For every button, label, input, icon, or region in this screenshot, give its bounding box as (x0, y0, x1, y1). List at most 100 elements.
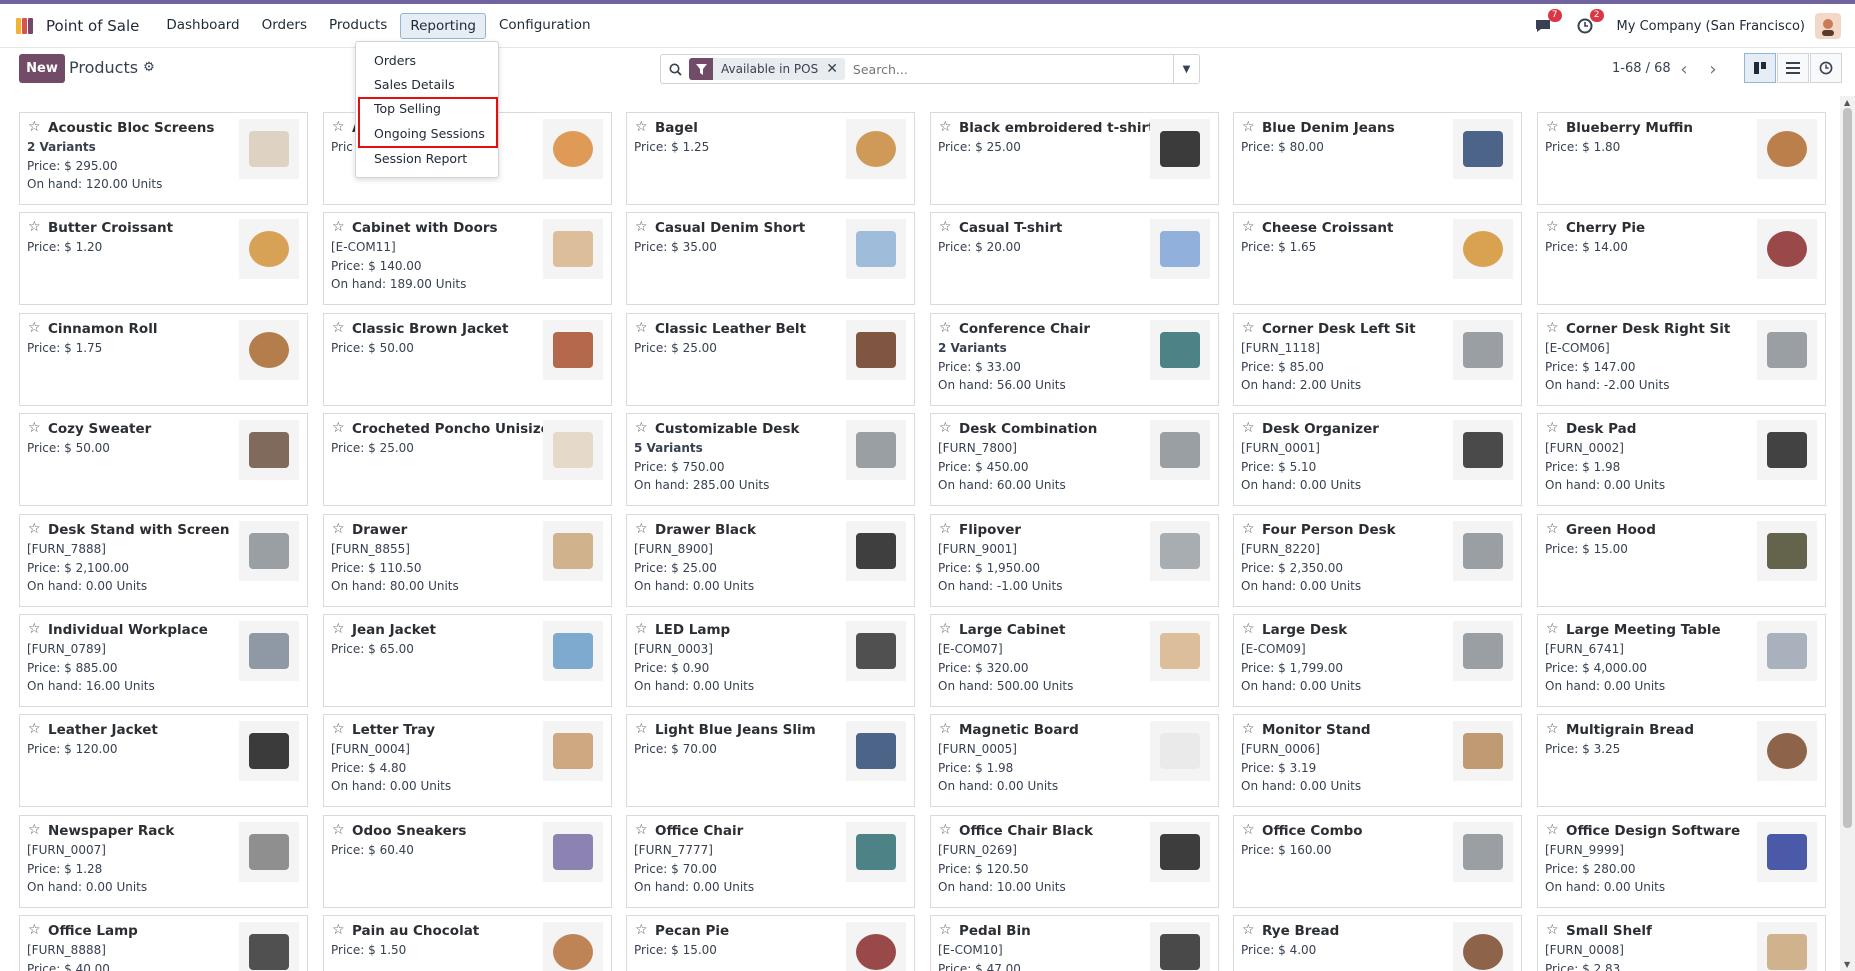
scrollbar-thumb[interactable] (1843, 108, 1852, 828)
favorite-star-icon[interactable]: ☆ (1546, 521, 1559, 537)
favorite-star-icon[interactable]: ☆ (1546, 320, 1559, 336)
favorite-star-icon[interactable]: ☆ (635, 822, 648, 838)
product-card[interactable]: ☆ Cinnamon Roll Price: $ 1.75 (19, 313, 308, 406)
dropdown-item-sales-details[interactable]: Sales Details (374, 77, 455, 92)
product-card[interactable]: ☆ Blue Denim Jeans Price: $ 80.00 (1233, 112, 1522, 205)
favorite-star-icon[interactable]: ☆ (1546, 922, 1559, 938)
product-card[interactable]: ☆ Black embroidered t-shirt Price: $ 25.00 (930, 112, 1219, 205)
product-card[interactable]: ☆ Acoustic Bloc Screens 2 Variants Price: $… (19, 112, 308, 205)
product-card[interactable]: ☆ Leather Jacket Price: $ 120.00 (19, 714, 308, 807)
scroll-down-arrow-icon[interactable]: ▼ (1844, 960, 1850, 969)
product-card[interactable]: ☆ Corner Desk Left Sit [FURN_1118] Price: $… (1233, 313, 1522, 406)
favorite-star-icon[interactable]: ☆ (1546, 621, 1559, 637)
product-card[interactable]: ☆ Odoo Sneakers Price: $ 60.40 (323, 815, 612, 908)
product-card[interactable]: ☆ Pecan Pie Price: $ 15.00 (626, 915, 915, 971)
product-card[interactable]: ☆ Office Combo Price: $ 160.00 (1233, 815, 1522, 908)
favorite-star-icon[interactable]: ☆ (635, 119, 648, 135)
favorite-star-icon[interactable]: ☆ (332, 822, 345, 838)
product-card[interactable]: ☆ Butter Croissant Price: $ 1.20 (19, 212, 308, 305)
product-card[interactable]: ☆ Large Desk [E-COM09] Price: $ 1,799.00 On … (1233, 614, 1522, 707)
product-card[interactable]: ☆ Cheese Croissant Price: $ 1.65 (1233, 212, 1522, 305)
favorite-star-icon[interactable]: ☆ (28, 822, 41, 838)
favorite-star-icon[interactable]: ☆ (28, 420, 41, 436)
favorite-star-icon[interactable]: ☆ (332, 420, 345, 436)
product-card[interactable]: ☆ Crocheted Poncho Unisize Price: $ 25.00 (323, 413, 612, 506)
product-card[interactable]: ☆ Cozy Sweater Price: $ 50.00 (19, 413, 308, 506)
product-card[interactable]: ☆ Bagel Price: $ 1.25 (626, 112, 915, 205)
scrollbar[interactable]: ▲ ▼ (1840, 96, 1855, 971)
product-card[interactable]: ☆ Cabinet with Doors [E-COM11] Price: $ 140… (323, 212, 612, 305)
product-card[interactable]: ☆ Office Lamp [FURN_8888] Price: $ 40.00 (19, 915, 308, 971)
favorite-star-icon[interactable]: ☆ (28, 922, 41, 938)
product-card[interactable]: ☆ Individual Workplace [FURN_0789] Price: $… (19, 614, 308, 707)
favorite-star-icon[interactable]: ☆ (939, 621, 952, 637)
favorite-star-icon[interactable]: ☆ (332, 922, 345, 938)
favorite-star-icon[interactable]: ☆ (635, 420, 648, 436)
favorite-star-icon[interactable]: ☆ (939, 922, 952, 938)
favorite-star-icon[interactable]: ☆ (1242, 420, 1255, 436)
product-card[interactable]: ☆ Casual T-shirt Price: $ 20.00 (930, 212, 1219, 305)
favorite-star-icon[interactable]: ☆ (635, 320, 648, 336)
favorite-star-icon[interactable]: ☆ (332, 721, 345, 737)
product-card[interactable]: ☆ Rye Bread Price: $ 4.00 (1233, 915, 1522, 971)
favorite-star-icon[interactable]: ☆ (1242, 219, 1255, 235)
favorite-star-icon[interactable]: ☆ (635, 922, 648, 938)
product-card[interactable]: ☆ Pain au Chocolat Price: $ 1.50 (323, 915, 612, 971)
favorite-star-icon[interactable]: ☆ (28, 721, 41, 737)
favorite-star-icon[interactable]: ☆ (1242, 320, 1255, 336)
favorite-star-icon[interactable]: ☆ (939, 320, 952, 336)
product-card[interactable]: ☆ Magnetic Board [FURN_0005] Price: $ 1.98 O… (930, 714, 1219, 807)
favorite-star-icon[interactable]: ☆ (1546, 119, 1559, 135)
product-card[interactable]: ☆ Newspaper Rack [FURN_0007] Price: $ 1.28 O… (19, 815, 308, 908)
product-card[interactable]: ☆ Corner Desk Right Sit [E-COM06] Price: $ … (1537, 313, 1826, 406)
favorite-star-icon[interactable]: ☆ (939, 521, 952, 537)
favorite-star-icon[interactable]: ☆ (635, 621, 648, 637)
product-card[interactable]: ☆ Desk Organizer [FURN_0001] Price: $ 5.10 O… (1233, 413, 1522, 506)
scroll-up-arrow-icon[interactable]: ▲ (1844, 98, 1850, 107)
favorite-star-icon[interactable]: ☆ (939, 721, 952, 737)
product-card[interactable]: ☆ Drawer Black [FURN_8900] Price: $ 25.00 On… (626, 514, 915, 607)
product-card[interactable]: ☆ Customizable Desk 5 Variants Price: $ 750… (626, 413, 915, 506)
product-card[interactable]: ☆ Flipover [FURN_9001] Price: $ 1,950.00 On … (930, 514, 1219, 607)
favorite-star-icon[interactable]: ☆ (332, 219, 345, 235)
favorite-star-icon[interactable]: ☆ (1546, 822, 1559, 838)
favorite-star-icon[interactable]: ☆ (28, 621, 41, 637)
favorite-star-icon[interactable]: ☆ (1242, 721, 1255, 737)
product-card[interactable]: ☆ Office Chair [FURN_7777] Price: $ 70.00 On… (626, 815, 915, 908)
product-card[interactable]: ☆ LED Lamp [FURN_0003] Price: $ 0.90 On hand… (626, 614, 915, 707)
product-card[interactable]: ☆ Multigrain Bread Price: $ 3.25 (1537, 714, 1826, 807)
product-card[interactable]: ☆ Large Meeting Table [FURN_6741] Price: $ … (1537, 614, 1826, 707)
favorite-star-icon[interactable]: ☆ (939, 119, 952, 135)
product-card[interactable]: ☆ Monitor Stand [FURN_0006] Price: $ 3.19 On… (1233, 714, 1522, 807)
favorite-star-icon[interactable]: ☆ (332, 621, 345, 637)
favorite-star-icon[interactable]: ☆ (635, 219, 648, 235)
favorite-star-icon[interactable]: ☆ (1242, 922, 1255, 938)
favorite-star-icon[interactable]: ☆ (1546, 219, 1559, 235)
favorite-star-icon[interactable]: ☆ (1242, 822, 1255, 838)
product-card[interactable]: ☆ Light Blue Jeans Slim Price: $ 70.00 (626, 714, 915, 807)
favorite-star-icon[interactable]: ☆ (1242, 521, 1255, 537)
product-card[interactable]: ☆ Green Hood Price: $ 15.00 (1537, 514, 1826, 607)
favorite-star-icon[interactable]: ☆ (28, 219, 41, 235)
product-card[interactable]: ☆ Small Shelf [FURN_0008] Price: $ 2.83 (1537, 915, 1826, 971)
favorite-star-icon[interactable]: ☆ (1546, 420, 1559, 436)
favorite-star-icon[interactable]: ☆ (939, 822, 952, 838)
product-card[interactable]: ☆ Office Design Software [FURN_9999] Price:… (1537, 815, 1826, 908)
favorite-star-icon[interactable]: ☆ (332, 521, 345, 537)
product-card[interactable]: ☆ Blueberry Muffin Price: $ 1.80 (1537, 112, 1826, 205)
product-card[interactable]: ☆ Letter Tray [FURN_0004] Price: $ 4.80 On h… (323, 714, 612, 807)
favorite-star-icon[interactable]: ☆ (635, 521, 648, 537)
product-card[interactable]: ☆ Drawer [FURN_8855] Price: $ 110.50 On hand… (323, 514, 612, 607)
favorite-star-icon[interactable]: ☆ (939, 219, 952, 235)
product-card[interactable]: ☆ Jean Jacket Price: $ 65.00 (323, 614, 612, 707)
product-card[interactable]: ☆ Classic Leather Belt Price: $ 25.00 (626, 313, 915, 406)
product-card[interactable]: ☆ Desk Combination [FURN_7800] Price: $ 450… (930, 413, 1219, 506)
product-card[interactable]: ☆ Desk Stand with Screen [FURN_7888] Price:… (19, 514, 308, 607)
dropdown-item-orders[interactable]: Orders (374, 53, 416, 68)
product-card[interactable]: ☆ Cherry Pie Price: $ 14.00 (1537, 212, 1826, 305)
product-card[interactable]: ☆ Four Person Desk [FURN_8220] Price: $ 2,3… (1233, 514, 1522, 607)
product-card[interactable]: ☆ Desk Pad [FURN_0002] Price: $ 1.98 On hand… (1537, 413, 1826, 506)
dropdown-item-session-report[interactable]: Session Report (374, 151, 467, 166)
product-card[interactable]: ☆ Casual Denim Short Price: $ 35.00 (626, 212, 915, 305)
favorite-star-icon[interactable]: ☆ (1242, 119, 1255, 135)
